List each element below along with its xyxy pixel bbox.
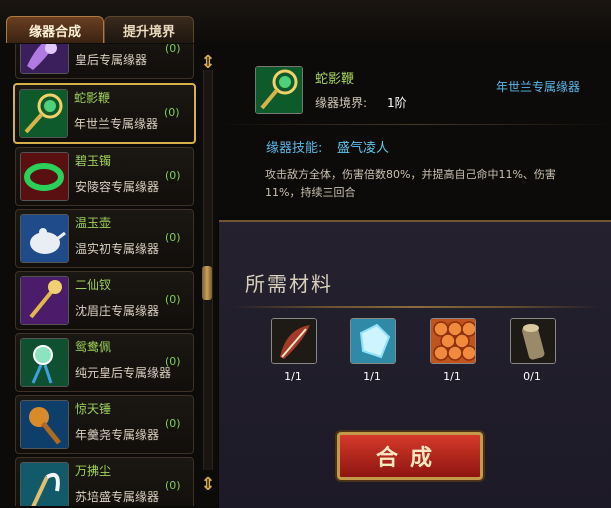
pendant-icon <box>20 338 69 387</box>
crystal-icon[interactable] <box>350 318 396 364</box>
item-count: (0) <box>165 417 181 430</box>
item-name: 温玉壶 <box>75 216 112 230</box>
list-item[interactable]: 万拂尘 苏培盛专属缘器 (0) <box>15 457 194 506</box>
skill-name: 盛气凌人 <box>337 141 390 156</box>
teapot-icon <box>20 214 69 263</box>
detail-item-name: 蛇影鞭 <box>315 72 355 87</box>
item-desc: 年羹尧专属缘器 <box>75 428 160 442</box>
list-item[interactable]: 温玉壶 温实初专属缘器 (0) <box>15 209 194 268</box>
wood-icon[interactable] <box>510 318 556 364</box>
item-count: (0) <box>165 231 181 244</box>
hammer-icon <box>20 400 69 449</box>
scroll-up-icon[interactable]: ⇕ <box>199 52 217 74</box>
item-desc: 年世兰专属缘器 <box>74 117 159 131</box>
purple-item-icon <box>20 44 69 74</box>
tab-synthesis[interactable]: 缘器合成 <box>6 16 104 43</box>
list-item[interactable]: 碧玉镯 安陵容专属缘器 (0) <box>15 147 194 206</box>
divider <box>233 306 599 308</box>
whisk-icon <box>20 462 69 506</box>
item-count: (0) <box>165 293 181 306</box>
skill-label: 缘器技能: <box>266 141 323 156</box>
item-name: 碧玉镯 <box>75 154 112 168</box>
hairpin-icon <box>20 276 69 325</box>
whip-icon <box>19 89 68 138</box>
item-desc: 温实初专属缘器 <box>75 242 160 256</box>
detail-owner: 年世兰专属缘器 <box>496 80 581 94</box>
divider <box>218 124 611 125</box>
scroll-down-icon[interactable]: ⇕ <box>199 474 217 496</box>
list-item[interactable]: 皇后专属缘器 (0) <box>15 44 194 79</box>
item-list: 皇后专属缘器 (0) 蛇影鞭 年世兰专属缘器 (0) 碧玉镯 安陵容专属缘器 (… <box>0 44 218 506</box>
materials-panel: 所需材料 1/1 1/1 1/1 0/1 合成 <box>219 220 611 508</box>
detail-realm-value: 1阶 <box>387 96 407 110</box>
item-desc: 安陵容专属缘器 <box>75 180 160 194</box>
material-count: 1/1 <box>363 370 381 383</box>
materials-title: 所需材料 <box>245 272 333 296</box>
skill-description: 攻击敌方全体，伤害倍数80%，并提高自己命中11%、伤害11%，持续三回合 <box>265 168 556 199</box>
item-name: 鸳鸯佩 <box>75 340 112 354</box>
material-count: 0/1 <box>523 370 541 383</box>
tab-bar: 缘器合成 提升境界 <box>0 0 611 45</box>
item-name: 万拂尘 <box>75 464 112 478</box>
whip-icon <box>255 66 303 114</box>
item-count: (0) <box>165 169 181 182</box>
item-count: (0) <box>165 479 181 492</box>
item-detail-panel: 蛇影鞭 缘器境界: 1阶 年世兰专属缘器 缘器技能: 盛气凌人 攻击敌方全体，伤… <box>218 44 611 216</box>
feather-icon[interactable] <box>271 318 317 364</box>
item-count: (0) <box>165 355 181 368</box>
tab-upgrade-realm[interactable]: 提升境界 <box>104 16 194 43</box>
list-item[interactable]: 惊天锤 年羹尧专属缘器 (0) <box>15 395 194 454</box>
detail-realm-label: 缘器境界: <box>315 96 368 110</box>
item-name: 二仙钗 <box>75 278 112 292</box>
item-name: 蛇影鞭 <box>74 91 111 105</box>
item-name: 惊天锤 <box>75 402 112 416</box>
list-item[interactable]: 二仙钗 沈眉庄专属缘器 (0) <box>15 271 194 330</box>
bracelet-icon <box>20 152 69 201</box>
material-count: 1/1 <box>284 370 302 383</box>
material-count: 1/1 <box>443 370 461 383</box>
item-desc: 皇后专属缘器 <box>75 53 148 67</box>
list-item-selected[interactable]: 蛇影鞭 年世兰专属缘器 (0) <box>13 83 196 144</box>
item-count: (0) <box>165 44 181 55</box>
item-count: (0) <box>164 106 180 119</box>
item-desc: 沈眉庄专属缘器 <box>75 304 160 318</box>
scrollbar-thumb[interactable] <box>202 266 212 300</box>
list-item[interactable]: 鸳鸯佩 纯元皇后专属缘器 (0) <box>15 333 194 392</box>
scale-icon[interactable] <box>430 318 476 364</box>
item-desc: 苏培盛专属缘器 <box>75 490 160 504</box>
item-desc: 纯元皇后专属缘器 <box>75 366 172 380</box>
synthesize-button[interactable]: 合成 <box>337 432 483 480</box>
